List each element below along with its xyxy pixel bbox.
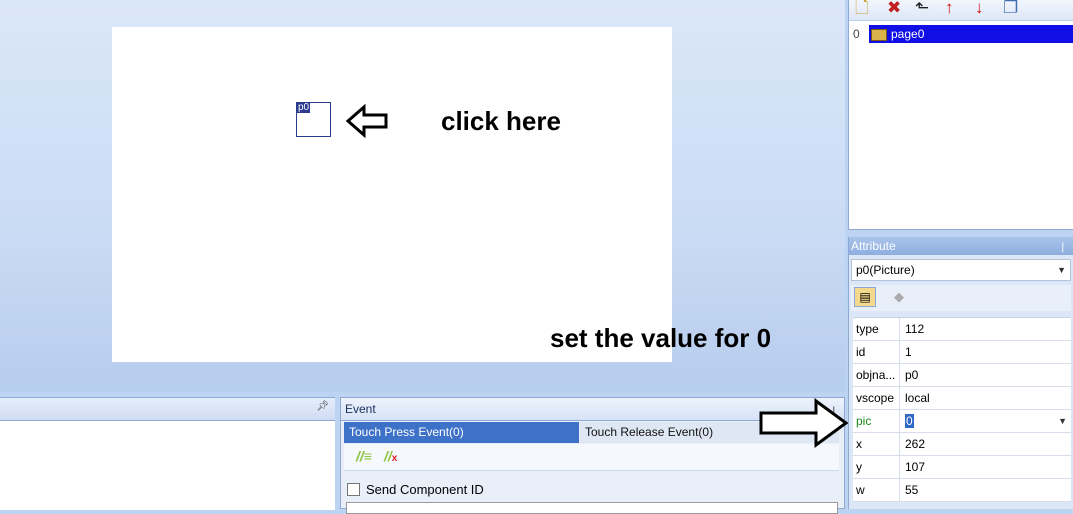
event-panel-title: Event	[345, 402, 376, 416]
insert-page-icon[interactable]: ⬑	[915, 0, 929, 18]
attribute-key: id	[853, 341, 900, 363]
picture-component-p0[interactable]: p0	[296, 102, 331, 137]
send-component-id-label: Send Component ID	[366, 482, 484, 497]
left-arrow-icon	[346, 104, 388, 138]
component-select-value: p0(Picture)	[856, 263, 915, 277]
attribute-key: vscope	[853, 387, 900, 409]
attribute-value[interactable]: 112	[902, 318, 1071, 340]
output-panel-header: 📌︎	[0, 398, 335, 421]
attribute-grid: type 112 id 1 objna... p0 vscope local p…	[853, 317, 1071, 502]
attribute-row-id[interactable]: id 1	[853, 341, 1071, 364]
pic-value-input[interactable]: 0	[905, 414, 914, 428]
attribute-row-x[interactable]: x 262	[853, 433, 1071, 456]
output-panel: 📌︎	[0, 397, 335, 510]
tree-item-page0[interactable]: 0 page0	[851, 25, 1073, 43]
tab-touch-press-event[interactable]: Touch Press Event(0)	[344, 422, 579, 443]
delete-page-icon[interactable]: ✖	[887, 0, 901, 18]
tree-item-label: page0	[891, 27, 925, 41]
attribute-value[interactable]: 55	[902, 479, 1071, 501]
attribute-panel-header: Attribute ❘	[849, 237, 1073, 255]
categorized-view-icon[interactable]: ▤	[854, 287, 876, 307]
move-up-icon[interactable]: ↑	[945, 0, 954, 18]
attribute-key: x	[853, 433, 900, 455]
page-tree-panel: 🗋︎ ✖ ⬑ ↑ ↓ ❐ 0 page0	[848, 0, 1073, 230]
chevron-down-icon[interactable]: ▼	[1058, 410, 1067, 432]
set-value-annotation: set the value for 0	[550, 323, 772, 353]
attribute-row-y[interactable]: y 107	[853, 456, 1071, 479]
attribute-value[interactable]: 107	[902, 456, 1071, 478]
attribute-value-pic[interactable]: 0 ▼	[902, 410, 1071, 432]
alphabetical-view-icon[interactable]: ◆	[894, 289, 904, 305]
attribute-value[interactable]: 262	[902, 433, 1071, 455]
attribute-row-type[interactable]: type 112	[853, 318, 1071, 341]
attribute-value[interactable]: local	[902, 387, 1071, 409]
chevron-down-icon[interactable]: ▼	[1057, 260, 1066, 280]
attribute-value[interactable]: p0	[902, 364, 1071, 386]
event-code-editor[interactable]	[346, 502, 838, 514]
attribute-key: pic	[853, 410, 900, 432]
page-canvas[interactable]: p0 click here	[112, 27, 672, 362]
move-down-icon[interactable]: ↓	[975, 0, 984, 18]
component-tag: p0	[297, 102, 311, 113]
tree-item-selected[interactable]: page0	[869, 25, 1073, 43]
add-page-icon[interactable]: 🗋︎	[855, 0, 869, 18]
attribute-key: type	[853, 318, 900, 340]
click-here-annotation: click here	[441, 106, 561, 136]
page-tree-toolbar: 🗋︎ ✖ ⬑ ↑ ↓ ❐	[849, 0, 1073, 21]
pin-icon[interactable]: 📌︎	[316, 401, 329, 412]
attribute-row-vscope[interactable]: vscope local	[853, 387, 1071, 410]
attribute-key: objna...	[853, 364, 900, 386]
copy-page-icon[interactable]: ❐	[1003, 0, 1018, 18]
attribute-row-pic[interactable]: pic 0 ▼	[853, 410, 1071, 433]
tree-item-index: 0	[853, 27, 860, 41]
attribute-row-objname[interactable]: objna... p0	[853, 364, 1071, 387]
attribute-panel: Attribute ❘ p0(Picture) ▼ ▤ ◆ type 112 i…	[848, 237, 1073, 509]
component-select[interactable]: p0(Picture) ▼	[851, 259, 1071, 281]
attribute-panel-title: Attribute	[851, 239, 896, 253]
design-area: p0 click here set the value for 0	[0, 0, 845, 392]
attribute-key: w	[853, 479, 900, 501]
attribute-row-w[interactable]: w 55	[853, 479, 1071, 502]
send-component-id-row: Send Component ID	[347, 482, 484, 497]
comment-icon[interactable]: //≡	[356, 448, 372, 464]
page-icon	[871, 28, 887, 41]
right-arrow-icon	[759, 398, 849, 448]
pin-icon[interactable]: ❘	[1059, 239, 1067, 257]
send-component-id-checkbox[interactable]	[347, 483, 360, 496]
attribute-value[interactable]: 1	[902, 341, 1071, 363]
attribute-toolbar: ▤ ◆	[851, 285, 1071, 311]
attribute-key: y	[853, 456, 900, 478]
uncomment-icon[interactable]: //x	[384, 448, 397, 464]
